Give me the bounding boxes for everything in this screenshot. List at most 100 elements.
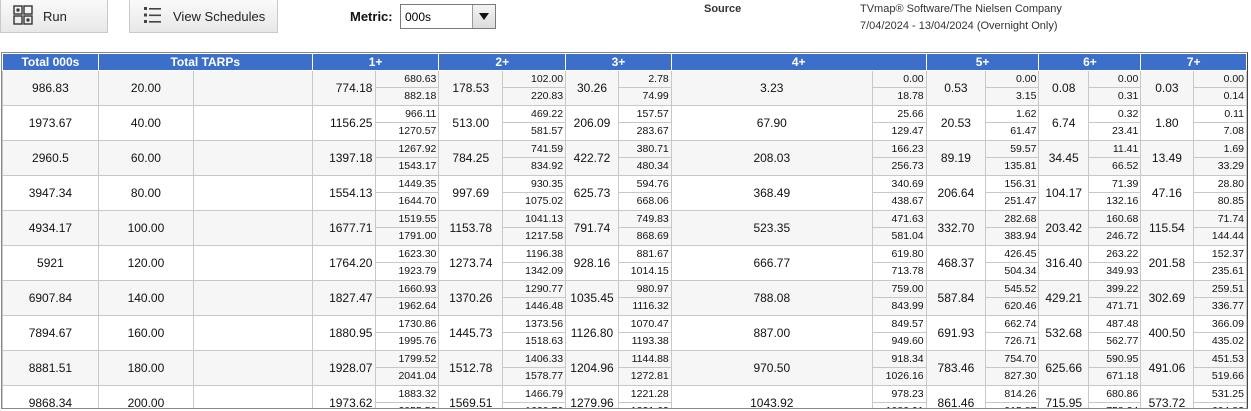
v5-range-cell: 662.74 726.71	[985, 315, 1040, 351]
v3-value-cell: 206.09	[565, 105, 619, 141]
v2-value-cell: 1569.51	[438, 385, 504, 408]
run-button[interactable]: Run	[0, 0, 108, 33]
v6-value-cell: 429.21	[1038, 280, 1089, 316]
v4-range-high: 949.60	[891, 335, 924, 347]
v7-value-cell: 491.06	[1140, 350, 1194, 386]
v2-range-high: 1518.63	[525, 335, 564, 347]
v6-range-low: 71.39	[1089, 177, 1140, 193]
header-2plus[interactable]: 2+	[438, 53, 567, 71]
v1-range-cell: 1519.55 1791.00	[375, 210, 440, 246]
v7-range-high: 144.44	[1211, 230, 1244, 242]
v3-range-cell: 1144.88 1272.81	[617, 350, 672, 386]
table-row[interactable]: 986.83 20.00 774.18 680.63 882.18 178.53 102.0…	[2, 70, 1247, 106]
v2-range-low: 469.22	[503, 107, 565, 123]
table-row[interactable]: 8881.51 180.00 1928.07 1799.52 2041.04 1512.7…	[2, 350, 1247, 386]
v7-range-cell: 71.74 144.44	[1192, 210, 1247, 246]
v5-value-cell: 587.84	[925, 280, 987, 316]
total-tarps-cell: 20.00	[97, 70, 195, 106]
v5-range-low: 282.68	[986, 212, 1038, 228]
total-000s-cell: 5921	[2, 245, 99, 281]
v1-range-cell: 680.63 882.18	[375, 70, 440, 106]
v5-range-high: 383.94	[1004, 230, 1037, 242]
v1-range-high: 1923.79	[398, 265, 437, 277]
table-row[interactable]: 9868.34200.00 1973.621883.322055.561569.5…	[2, 385, 1247, 408]
v4-range-low: 978.23	[873, 387, 926, 403]
table-row[interactable]: 7894.67 160.00 1880.95 1730.86 1995.76 1445.7…	[2, 315, 1247, 351]
v3-value-cell: 30.26	[565, 70, 619, 106]
tarps-blank-cell	[193, 175, 313, 211]
total-000s-cell: 7894.67	[2, 315, 99, 351]
v4-value-cell: 970.50	[670, 350, 873, 386]
v7-range-high: 7.08	[1223, 125, 1244, 137]
v5-value-cell: 0.53	[925, 70, 987, 106]
v3-range-cell: 157.57 283.67	[617, 105, 672, 141]
v1-range-cell: 1623.30 1923.79	[375, 245, 440, 281]
v1-range-cell: 1730.86 1995.76	[375, 315, 440, 351]
v3-range-low: 1144.88	[619, 352, 671, 368]
total-tarps-cell: 100.00	[97, 210, 195, 246]
v7-value-cell: 302.69	[1140, 280, 1194, 316]
v4-range-cell: 0.00 18.78	[871, 70, 927, 106]
v5-range-cell: 814.26915.87	[985, 385, 1040, 408]
v1-range-low: 1799.52	[376, 352, 438, 368]
v5-value-cell: 206.64	[925, 175, 987, 211]
v4-range-high: 438.67	[891, 195, 924, 207]
v3-range-cell: 749.83 868.69	[617, 210, 672, 246]
v5-value-cell: 332.70	[925, 210, 987, 246]
table-row[interactable]: 3947.34 80.00 1554.13 1449.35 1644.70 997.69 9…	[2, 175, 1247, 211]
v2-range-cell: 1041.13 1217.58	[502, 210, 567, 246]
v5-value-cell: 691.93	[925, 315, 987, 351]
table-row[interactable]: 2960.5 60.00 1397.18 1267.92 1543.17 784.25 74…	[2, 140, 1247, 176]
table-row[interactable]: 5921 120.00 1764.20 1623.30 1923.79 1273.74 11…	[2, 245, 1247, 281]
v7-value-cell: 573.72	[1140, 385, 1194, 408]
v3-range-low: 881.67	[619, 247, 671, 263]
header-7plus[interactable]: 7+	[1140, 53, 1247, 71]
header-6plus[interactable]: 6+	[1038, 53, 1142, 71]
v7-range-cell: 0.11 7.08	[1192, 105, 1247, 141]
v7-range-high: 0.14	[1223, 90, 1244, 102]
v5-range-high: 3.15	[1016, 90, 1037, 102]
v3-range-low: 2.78	[619, 72, 671, 88]
table-body: 986.83 20.00 774.18 680.63 882.18 178.53 102.0…	[2, 70, 1247, 408]
v7-range-cell: 28.80 80.85	[1192, 175, 1247, 211]
v2-range-high: 1217.58	[525, 230, 564, 242]
v6-range-low: 160.68	[1089, 212, 1140, 228]
v6-range-low: 590.95	[1089, 352, 1140, 368]
header-4plus[interactable]: 4+	[670, 53, 927, 71]
v2-range-cell: 1373.56 1518.63	[502, 315, 567, 351]
tarps-blank-cell	[193, 210, 313, 246]
v1-range-cell: 1267.92 1543.17	[375, 140, 440, 176]
v6-range-low: 399.22	[1089, 282, 1140, 298]
v6-value-cell: 0.08	[1038, 70, 1089, 106]
table-row[interactable]: 1973.67 40.00 1156.25 966.11 1270.57 513.00 46…	[2, 105, 1247, 141]
header-total-tarps[interactable]: Total TARPs	[97, 53, 313, 71]
v6-range-cell: 680.86758.24	[1087, 385, 1142, 408]
v1-value-cell: 1156.25	[311, 105, 377, 141]
source-label: Source	[704, 3, 742, 15]
table-row[interactable]: 4934.17 100.00 1677.71 1519.55 1791.00 1153.7…	[2, 210, 1247, 246]
v4-range-low: 166.23	[873, 142, 926, 158]
header-3plus[interactable]: 3+	[565, 53, 672, 71]
metric-select[interactable]: 000s	[400, 4, 496, 29]
v4-range-low: 918.34	[873, 352, 926, 368]
header-1plus[interactable]: 1+	[311, 53, 440, 71]
total-000s-cell: 3947.34	[2, 175, 99, 211]
v5-value-cell: 783.46	[925, 350, 987, 386]
view-schedules-button[interactable]: View Schedules	[129, 0, 278, 33]
v4-range-cell: 918.34 1026.16	[871, 350, 927, 386]
header-total-000s[interactable]: Total 000s	[2, 53, 99, 71]
v1-range-low: 1267.92	[376, 142, 438, 158]
table-row[interactable]: 6907.84 140.00 1827.47 1660.93 1962.64 1370.2…	[2, 280, 1247, 316]
v5-range-low: 59.57	[986, 142, 1038, 158]
header-5plus[interactable]: 5+	[925, 53, 1040, 71]
v4-range-high: 843.99	[891, 300, 924, 312]
v5-range-cell: 426.45 504.34	[985, 245, 1040, 281]
v7-range-cell: 0.00 0.14	[1192, 70, 1247, 106]
v1-range-low: 966.11	[376, 107, 438, 123]
v1-value-cell: 774.18	[311, 70, 377, 106]
dropdown-arrow-icon[interactable]	[472, 5, 495, 28]
toolbar: Run View Schedules Metric: 000s Source T…	[0, 0, 1251, 46]
tarps-blank-cell	[193, 140, 313, 176]
v2-range-high: 1446.48	[525, 300, 564, 312]
v3-range-cell: 1070.47 1193.38	[617, 315, 672, 351]
